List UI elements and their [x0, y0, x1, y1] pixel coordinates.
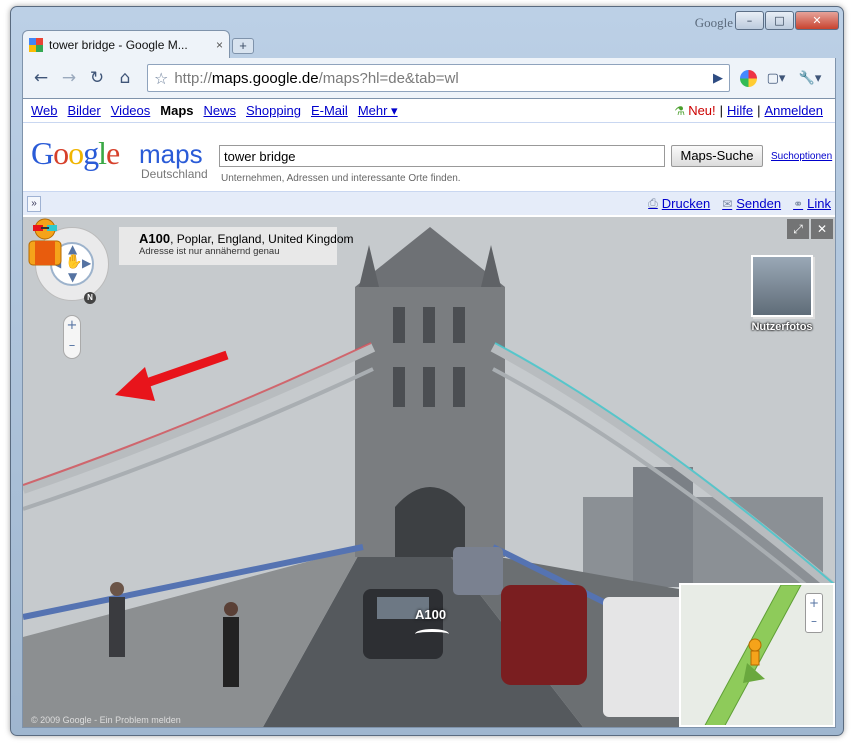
home-icon[interactable]: ⌂	[113, 66, 137, 90]
close-window-button[interactable]: ✕	[795, 11, 839, 30]
print-action[interactable]: ⎙ Drucken	[648, 196, 710, 211]
gbar-right: ⚗ Neu! | Hilfe | Anmelden	[674, 103, 823, 118]
search-input[interactable]	[219, 145, 665, 167]
chain-link-icon: ⚭	[793, 196, 804, 211]
back-arrow-icon[interactable]: ←	[29, 66, 53, 90]
user-photos-label: Nutzerfotos	[751, 321, 813, 333]
search-options-link[interactable]: Suchoptionen	[771, 151, 832, 162]
address-box: A100, Poplar, England, United Kingdom Ad…	[119, 227, 354, 265]
chrome-theme-icon[interactable]	[740, 69, 757, 87]
maps-header: Google maps Deutschland Maps-Suche Sucho…	[23, 123, 835, 191]
browser-tab[interactable]: tower bridge - Google M... ×	[22, 30, 230, 58]
url-prefix: http://	[174, 69, 212, 87]
new-badge[interactable]: Neu!	[688, 103, 715, 118]
bookmark-star-icon[interactable]: ☆	[154, 69, 168, 88]
fullscreen-icon[interactable]: ⤢	[787, 219, 809, 239]
maximize-button[interactable]: □	[765, 11, 794, 30]
page-content: Web Bilder Videos Maps News Shopping E-M…	[22, 98, 836, 728]
pan-down-icon[interactable]: ▼	[68, 270, 77, 284]
signin-link[interactable]: Anmelden	[764, 103, 823, 118]
road-name: A100	[139, 231, 171, 246]
tab-title: tower bridge - Google M...	[49, 37, 188, 52]
zoom-in-button[interactable]: +	[64, 316, 80, 336]
copyright-text: © 2009 Google - Ein Problem melden	[31, 715, 181, 725]
google-favicon-icon	[29, 37, 43, 52]
printer-icon: ⎙	[648, 196, 658, 210]
new-tab-button[interactable]: +	[232, 38, 254, 54]
logo-subtitle: Deutschland	[141, 167, 208, 181]
action-bar: » ⎙ Drucken ✉ Senden ⚭ Link	[23, 191, 835, 215]
link-label: Link	[807, 196, 831, 211]
road-overlay-label: A100	[415, 607, 447, 622]
page-menu-icon[interactable]: ▢▾	[761, 66, 791, 90]
send-label: Senden	[736, 196, 782, 211]
action-links: ⎙ Drucken ✉ Senden ⚭ Link	[648, 196, 831, 211]
envelope-icon: ✉	[722, 196, 733, 211]
gbar-link-news[interactable]: News	[204, 103, 237, 118]
minimize-button[interactable]: –	[735, 11, 764, 30]
gbar-link-maps: Maps	[160, 103, 194, 118]
hand-icon: ✋	[65, 254, 83, 270]
address-line: A100, Poplar, England, United Kingdom	[139, 231, 354, 246]
gbar-link-videos[interactable]: Videos	[111, 103, 151, 118]
link-action[interactable]: ⚭ Link	[793, 196, 831, 211]
close-streetview-icon[interactable]: ✕	[811, 219, 833, 239]
gbar-link-more[interactable]: Mehr ▾	[358, 103, 398, 119]
zoom-out-button[interactable]: –	[64, 336, 80, 356]
pan-right-icon[interactable]: ▶	[82, 256, 91, 270]
window-controls: – □ ✕	[735, 11, 839, 30]
user-photos[interactable]: Nutzerfotos	[749, 255, 815, 333]
view-controls: ⤢ ✕	[785, 219, 833, 239]
google-bar: Web Bilder Videos Maps News Shopping E-M…	[23, 99, 835, 123]
forward-arrow-icon[interactable]: →	[57, 66, 81, 90]
window-brand: Google	[694, 15, 733, 30]
labs-flask-icon: ⚗	[674, 103, 686, 118]
gbar-link-web[interactable]: Web	[31, 103, 58, 118]
address-bar[interactable]: ☆ http://maps.google.de/maps?hl=de&tab=w…	[147, 64, 730, 92]
reload-icon[interactable]: ↻	[85, 66, 109, 90]
zoom-control: + –	[63, 315, 81, 359]
address-approx-note: Adresse ist nur annähernd genau	[139, 246, 280, 257]
url-path: /maps?hl=de&tab=wl	[318, 69, 459, 87]
send-action[interactable]: ✉ Senden	[722, 196, 781, 211]
gbar-link-shopping[interactable]: Shopping	[246, 103, 301, 118]
user-photo-thumbnail[interactable]	[751, 255, 813, 317]
tab-close-icon[interactable]: ×	[216, 38, 223, 52]
address-rest: , Poplar, England, United Kingdom	[170, 232, 354, 246]
search-hint: Unternehmen, Adressen und interessante O…	[221, 173, 461, 184]
gbar-link-bilder[interactable]: Bilder	[68, 103, 101, 118]
go-arrow-icon[interactable]: ▶	[713, 71, 723, 86]
collapse-panel-button[interactable]: »	[27, 195, 41, 212]
street-view-panorama[interactable]: A100, Poplar, England, United Kingdom Ad…	[23, 217, 835, 727]
mini-map-zoom-out[interactable]: –	[806, 612, 822, 630]
road-navigation-arrow-icon[interactable]	[415, 629, 449, 639]
help-link[interactable]: Hilfe	[727, 103, 753, 118]
mini-map-zoom: + –	[805, 593, 823, 633]
print-label: Drucken	[661, 196, 711, 211]
search-button[interactable]: Maps-Suche	[671, 145, 763, 167]
wrench-menu-icon[interactable]: 🔧▾	[795, 66, 825, 90]
gbar-link-email[interactable]: E-Mail	[311, 103, 348, 118]
maps-logo-word: maps	[139, 139, 203, 169]
mini-map-zoom-in[interactable]: +	[806, 594, 822, 612]
browser-toolbar: ← → ↻ ⌂ ☆ http://maps.google.de/maps?hl=…	[22, 58, 836, 98]
compass-north-icon: N	[84, 292, 96, 304]
pegman-3d-glasses-icon[interactable]	[23, 217, 67, 267]
url-host: maps.google.de	[211, 69, 319, 87]
mini-map[interactable]: + –	[679, 583, 835, 727]
url-text[interactable]: http://maps.google.de/maps?hl=de&tab=wl	[174, 70, 713, 87]
google-logo[interactable]: Google	[31, 135, 120, 172]
